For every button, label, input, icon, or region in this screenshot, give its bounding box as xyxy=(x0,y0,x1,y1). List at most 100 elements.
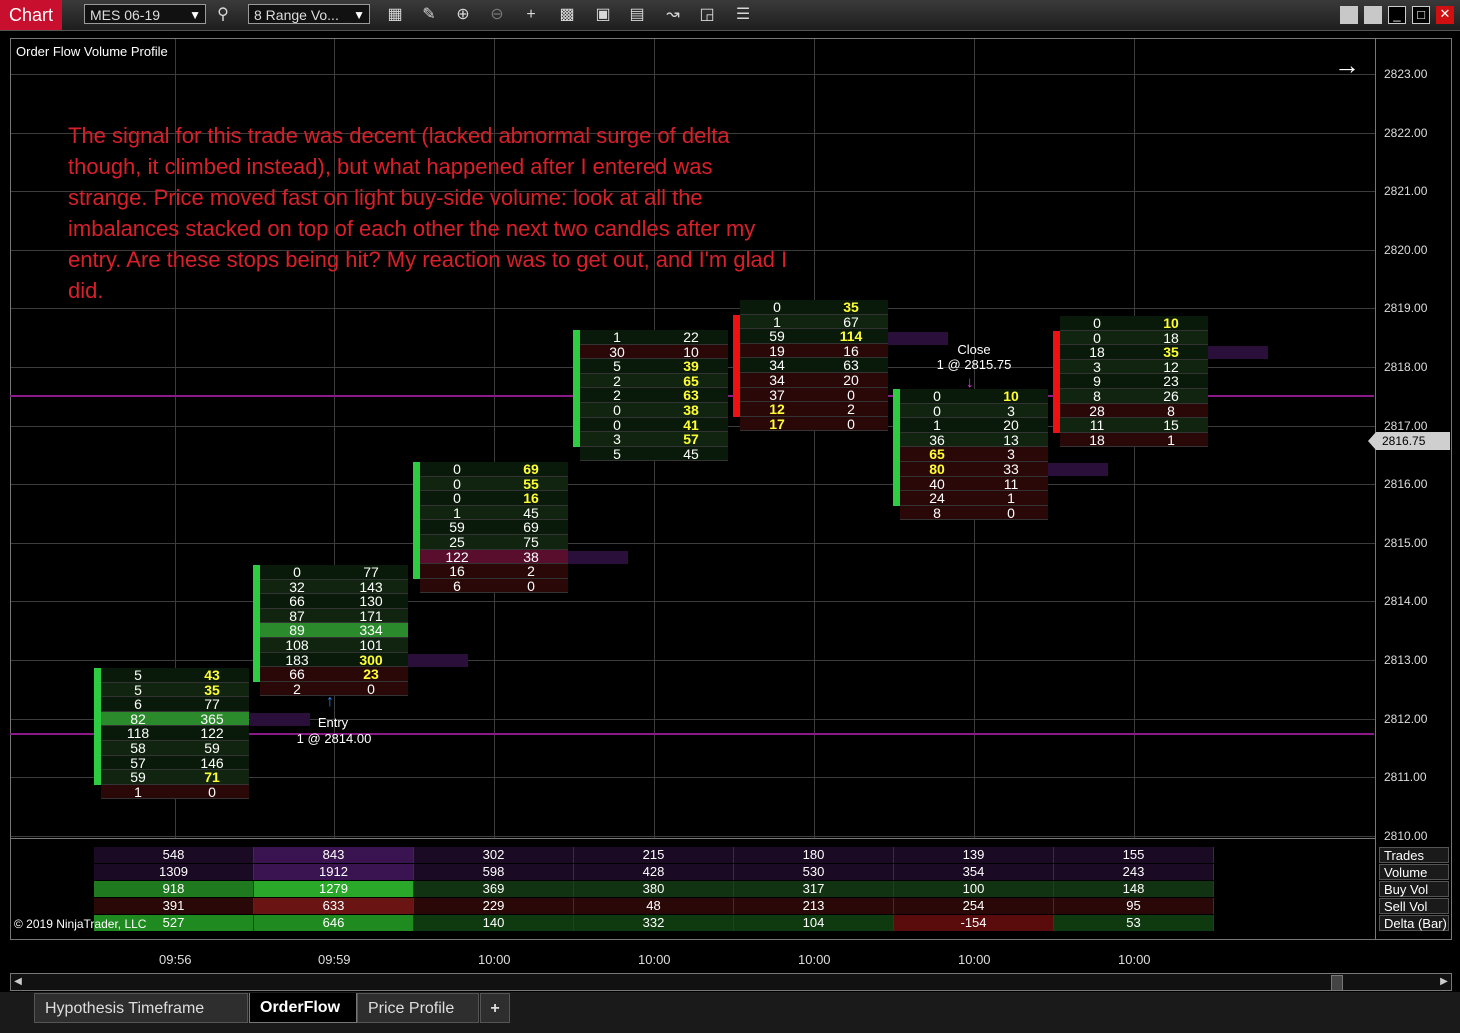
draw-tool-icon[interactable]: ✎ xyxy=(418,4,440,26)
horizontal-scrollbar[interactable]: ◀ ▶ xyxy=(10,973,1452,991)
sell-volume-cell: 0 xyxy=(1093,315,1101,331)
price-label: 2818.00 xyxy=(1384,360,1428,374)
instrument-select[interactable]: MES 06-19 ▼ xyxy=(84,4,206,24)
close-icon[interactable]: ✕ xyxy=(1436,6,1454,24)
properties-icon[interactable]: ▣ xyxy=(592,4,614,26)
price-label: 2819.00 xyxy=(1384,301,1428,316)
sell-volume-cell: 122 xyxy=(445,548,469,565)
sell-volume-cell: 89 xyxy=(289,622,305,639)
summary-label: Delta (Bar) xyxy=(1379,915,1449,931)
sell-volume-cell: 18 xyxy=(1089,431,1105,448)
sell-volume-cell: 3 xyxy=(613,431,621,448)
buy-volume-cell: 2 xyxy=(847,401,855,418)
tab-hypothesis-timeframe[interactable]: Hypothesis Timeframe xyxy=(34,993,248,1023)
sell-volume-cell: 5 xyxy=(613,445,621,462)
minimize-icon[interactable]: _ xyxy=(1388,6,1406,24)
zoom-in-icon[interactable]: ⊕ xyxy=(452,4,474,26)
buy-volume-cell: 69 xyxy=(523,519,539,536)
sell-volume-cell: 87 xyxy=(289,607,305,624)
buy-volume-cell: 0 xyxy=(847,386,855,403)
buy-volume-cell: 23 xyxy=(1163,373,1179,390)
buy-volume-cell: 39 xyxy=(683,358,699,375)
summary-cell-buy_vol: 918 xyxy=(94,881,254,897)
sell-volume-cell: 0 xyxy=(613,416,621,433)
strategies-icon[interactable]: ↝ xyxy=(662,4,684,26)
period-select[interactable]: 8 Range Vo... ▼ xyxy=(248,4,370,24)
buy-volume-cell: 11 xyxy=(1003,475,1019,492)
list-icon[interactable]: ☰ xyxy=(732,4,754,26)
buy-volume-cell: 16 xyxy=(843,342,859,359)
summary-cell-volume: 243 xyxy=(1054,864,1214,880)
scroll-right-icon[interactable]: ▶ xyxy=(1437,974,1451,990)
sell-volume-cell: 82 xyxy=(130,710,146,727)
arrow-right-icon[interactable]: → xyxy=(1334,50,1360,81)
buy-volume-cell: 35 xyxy=(1163,344,1179,361)
summary-label: Volume xyxy=(1379,864,1449,880)
summary-cell-buy_vol: 1279 xyxy=(254,881,414,897)
horizontal-gridline xyxy=(11,74,1375,75)
maximize-icon[interactable]: □ xyxy=(1412,6,1430,24)
sell-volume-cell: 17 xyxy=(769,415,785,432)
price-label: 2822.00 xyxy=(1384,125,1428,140)
summary-cell-trades: 302 xyxy=(414,847,574,863)
entry-label: Entry xyxy=(317,715,349,730)
indicators-icon[interactable]: ▤ xyxy=(626,4,648,26)
summary-cell-sell_vol: 391 xyxy=(94,898,254,914)
buy-volume-cell: 130 xyxy=(359,593,383,610)
price-label: 2816.00 xyxy=(1384,477,1428,492)
summary-cell-sell_vol: 95 xyxy=(1054,898,1214,914)
summary-cell-trades: 155 xyxy=(1054,847,1214,863)
search-icon[interactable]: ⚲ xyxy=(212,4,234,26)
data-box-icon[interactable]: ▩ xyxy=(556,4,578,26)
buy-volume-cell: 77 xyxy=(204,696,220,713)
buy-volume-cell: 146 xyxy=(200,754,224,771)
close-detail: 1 @ 2815.75 xyxy=(936,357,1012,372)
add-tab-button[interactable]: + xyxy=(480,993,510,1023)
sell-volume-cell: 0 xyxy=(933,402,941,419)
tile2-icon[interactable] xyxy=(1364,6,1382,24)
price-label: 2817.00 xyxy=(1384,418,1428,433)
zoom-out-icon[interactable]: ⊖ xyxy=(486,4,508,26)
tab-orderflow[interactable]: OrderFlow xyxy=(249,993,357,1023)
templates-icon[interactable]: ◲ xyxy=(696,4,718,26)
buy-volume-cell: 45 xyxy=(523,504,539,521)
price-label: 2820.00 xyxy=(1384,242,1428,257)
price-label: 2813.00 xyxy=(1384,653,1428,667)
volume-profile-bar xyxy=(888,332,948,345)
summary-cell-delta: 140 xyxy=(414,915,574,931)
sell-volume-cell: 0 xyxy=(1093,329,1101,346)
scroll-thumb[interactable] xyxy=(1331,975,1343,991)
crosshair-icon[interactable]: + xyxy=(520,4,542,26)
buy-volume-cell: 10 xyxy=(683,343,699,360)
buy-volume-cell: 59 xyxy=(204,740,220,756)
buy-volume-cell: 1 xyxy=(1007,490,1015,507)
summary-cell-delta: -154 xyxy=(894,915,1054,931)
copyright: © 2019 NinjaTrader, LLC xyxy=(14,917,147,931)
tile-icon[interactable] xyxy=(1340,6,1358,24)
sell-volume-cell: 59 xyxy=(769,328,785,345)
sell-volume-cell: 118 xyxy=(126,725,150,742)
sell-volume-cell: 28 xyxy=(1089,402,1105,419)
buy-volume-cell: 20 xyxy=(1003,417,1019,434)
bars-icon[interactable]: ▦ xyxy=(384,4,406,26)
sell-volume-cell: 1 xyxy=(134,783,142,800)
buy-volume-cell: 101 xyxy=(359,637,383,653)
summary-cell-sell_vol: 229 xyxy=(414,898,574,914)
sell-volume-cell: 0 xyxy=(773,299,781,315)
chevron-down-icon: ▼ xyxy=(189,8,201,22)
time-label: 10:00 xyxy=(958,952,991,967)
summary-cell-sell_vol: 633 xyxy=(254,898,414,914)
buy-volume-cell: 18 xyxy=(1163,329,1179,346)
sell-volume-cell: 16 xyxy=(449,563,465,580)
sell-volume-cell: 9 xyxy=(1093,373,1101,390)
sell-volume-cell: 36 xyxy=(929,431,945,448)
summary-cell-trades: 548 xyxy=(94,847,254,863)
scroll-left-icon[interactable]: ◀ xyxy=(11,974,25,990)
sell-volume-cell: 1 xyxy=(933,417,941,434)
instrument-value: MES 06-19 xyxy=(90,7,161,23)
tab-price-profile[interactable]: Price Profile xyxy=(357,993,479,1023)
buy-volume-cell: 33 xyxy=(1003,461,1019,477)
price-label: 2811.00 xyxy=(1384,770,1427,785)
buy-volume-cell: 22 xyxy=(683,329,699,345)
chevron-down-icon: ▼ xyxy=(353,8,365,22)
